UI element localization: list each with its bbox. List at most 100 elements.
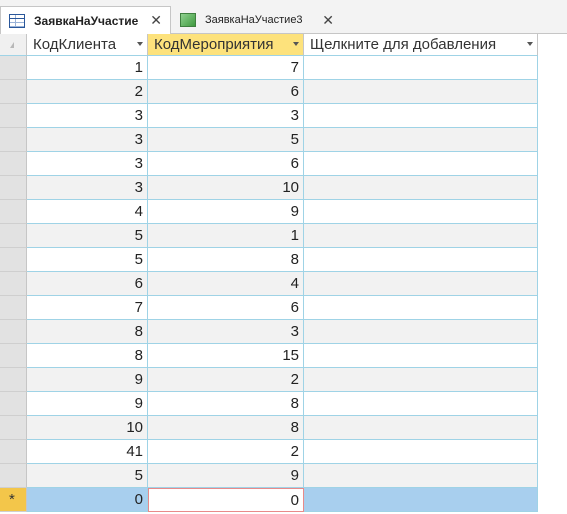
dropdown-arrow-icon[interactable] — [137, 42, 143, 46]
row-selector[interactable] — [0, 80, 27, 104]
row-selector[interactable] — [0, 272, 27, 296]
cell-add-field[interactable] — [304, 248, 538, 272]
dropdown-arrow-icon[interactable] — [293, 42, 299, 46]
cell-client-id[interactable]: 2 — [27, 80, 148, 104]
row-selector[interactable] — [0, 128, 27, 152]
cell-event-id[interactable]: 6 — [148, 296, 304, 320]
cell-add-field[interactable] — [304, 416, 538, 440]
cell-add-field[interactable] — [304, 368, 538, 392]
cell-event-id[interactable]: 6 — [148, 80, 304, 104]
cell-add-field[interactable] — [304, 80, 538, 104]
row-selector[interactable] — [0, 176, 27, 200]
column-header-client-id[interactable]: КодКлиента — [27, 34, 148, 56]
table-row[interactable]: 59 — [0, 464, 538, 488]
row-selector[interactable] — [0, 152, 27, 176]
tab-zayavka-table[interactable]: ЗаявкаНаУчастие ✕ — [0, 6, 171, 35]
table-row[interactable]: 92 — [0, 368, 538, 392]
column-header-add-field[interactable]: Щелкните для добавления — [304, 34, 538, 56]
cell-event-id[interactable]: 9 — [148, 464, 304, 488]
cell-add-field[interactable] — [304, 224, 538, 248]
row-selector[interactable] — [0, 344, 27, 368]
cell-add-field[interactable] — [304, 272, 538, 296]
cell-event-id[interactable]: 7 — [148, 56, 304, 80]
cell-event-id[interactable]: 9 — [148, 200, 304, 224]
cell-event-id[interactable]: 3 — [148, 320, 304, 344]
cell-add-field[interactable] — [304, 320, 538, 344]
table-row[interactable]: 35 — [0, 128, 538, 152]
table-row[interactable]: 33 — [0, 104, 538, 128]
row-selector[interactable] — [0, 104, 27, 128]
cell-client-id[interactable]: 0 — [27, 488, 148, 512]
cell-client-id[interactable]: 7 — [27, 296, 148, 320]
table-row[interactable]: 41 2 — [0, 440, 538, 464]
cell-add-field[interactable] — [304, 128, 538, 152]
close-icon[interactable]: ✕ — [150, 12, 162, 29]
cell-add-field[interactable] — [304, 344, 538, 368]
cell-client-id[interactable]: 3 — [27, 104, 148, 128]
cell-event-id[interactable]: 4 — [148, 272, 304, 296]
close-icon[interactable]: ✕ — [322, 12, 334, 29]
cell-event-id[interactable]: 6 — [148, 152, 304, 176]
cell-add-field[interactable] — [304, 392, 538, 416]
table-row[interactable]: 17 — [0, 56, 538, 80]
row-selector[interactable] — [0, 416, 27, 440]
cell-event-id[interactable]: 8 — [148, 392, 304, 416]
table-row[interactable]: 64 — [0, 272, 538, 296]
cell-client-id[interactable]: 3 — [27, 176, 148, 200]
cell-event-id[interactable]: 5 — [148, 128, 304, 152]
cell-event-id[interactable]: 8 — [148, 248, 304, 272]
select-all-corner[interactable] — [0, 34, 27, 56]
row-selector[interactable] — [0, 56, 27, 80]
cell-add-field[interactable] — [304, 104, 538, 128]
table-row[interactable]: 49 — [0, 200, 538, 224]
new-record-selector[interactable]: * — [0, 488, 27, 512]
cell-client-id[interactable]: 3 — [27, 128, 148, 152]
table-row[interactable]: 51 — [0, 224, 538, 248]
table-row[interactable]: 3 10 — [0, 176, 538, 200]
cell-event-id[interactable]: 15 — [148, 344, 304, 368]
cell-client-id[interactable]: 8 — [27, 320, 148, 344]
cell-add-field[interactable] — [304, 176, 538, 200]
row-selector[interactable] — [0, 224, 27, 248]
cell-add-field[interactable] — [304, 152, 538, 176]
table-row[interactable]: 98 — [0, 392, 538, 416]
cell-event-id[interactable]: 10 — [148, 176, 304, 200]
cell-event-id[interactable]: 3 — [148, 104, 304, 128]
cell-client-id[interactable]: 41 — [27, 440, 148, 464]
tab-zayavka3-form[interactable]: ЗаявкаНаУчастие3 ✕ — [172, 6, 342, 34]
table-row[interactable]: 83 — [0, 320, 538, 344]
cell-add-field[interactable] — [304, 488, 538, 512]
cell-event-id[interactable]: 0 — [148, 488, 304, 512]
cell-client-id[interactable]: 5 — [27, 248, 148, 272]
cell-client-id[interactable]: 3 — [27, 152, 148, 176]
row-selector[interactable] — [0, 248, 27, 272]
cell-add-field[interactable] — [304, 56, 538, 80]
cell-event-id[interactable]: 1 — [148, 224, 304, 248]
table-row[interactable]: 76 — [0, 296, 538, 320]
cell-client-id[interactable]: 9 — [27, 368, 148, 392]
table-row[interactable]: 26 — [0, 80, 538, 104]
dropdown-arrow-icon[interactable] — [527, 42, 533, 46]
cell-add-field[interactable] — [304, 200, 538, 224]
cell-add-field[interactable] — [304, 440, 538, 464]
cell-client-id[interactable]: 10 — [27, 416, 148, 440]
cell-client-id[interactable]: 1 — [27, 56, 148, 80]
cell-event-id[interactable]: 2 — [148, 368, 304, 392]
column-header-event-id[interactable]: КодМероприятия — [148, 34, 304, 56]
cell-event-id[interactable]: 8 — [148, 416, 304, 440]
cell-add-field[interactable] — [304, 296, 538, 320]
row-selector[interactable] — [0, 368, 27, 392]
row-selector[interactable] — [0, 464, 27, 488]
cell-client-id[interactable]: 6 — [27, 272, 148, 296]
cell-add-field[interactable] — [304, 464, 538, 488]
row-selector[interactable] — [0, 200, 27, 224]
row-selector[interactable] — [0, 392, 27, 416]
table-row[interactable]: 10 8 — [0, 416, 538, 440]
cell-client-id[interactable]: 5 — [27, 224, 148, 248]
table-row[interactable]: 8 15 — [0, 344, 538, 368]
cell-client-id[interactable]: 4 — [27, 200, 148, 224]
row-selector[interactable] — [0, 440, 27, 464]
row-selector[interactable] — [0, 296, 27, 320]
cell-event-id[interactable]: 2 — [148, 440, 304, 464]
table-row[interactable]: 36 — [0, 152, 538, 176]
